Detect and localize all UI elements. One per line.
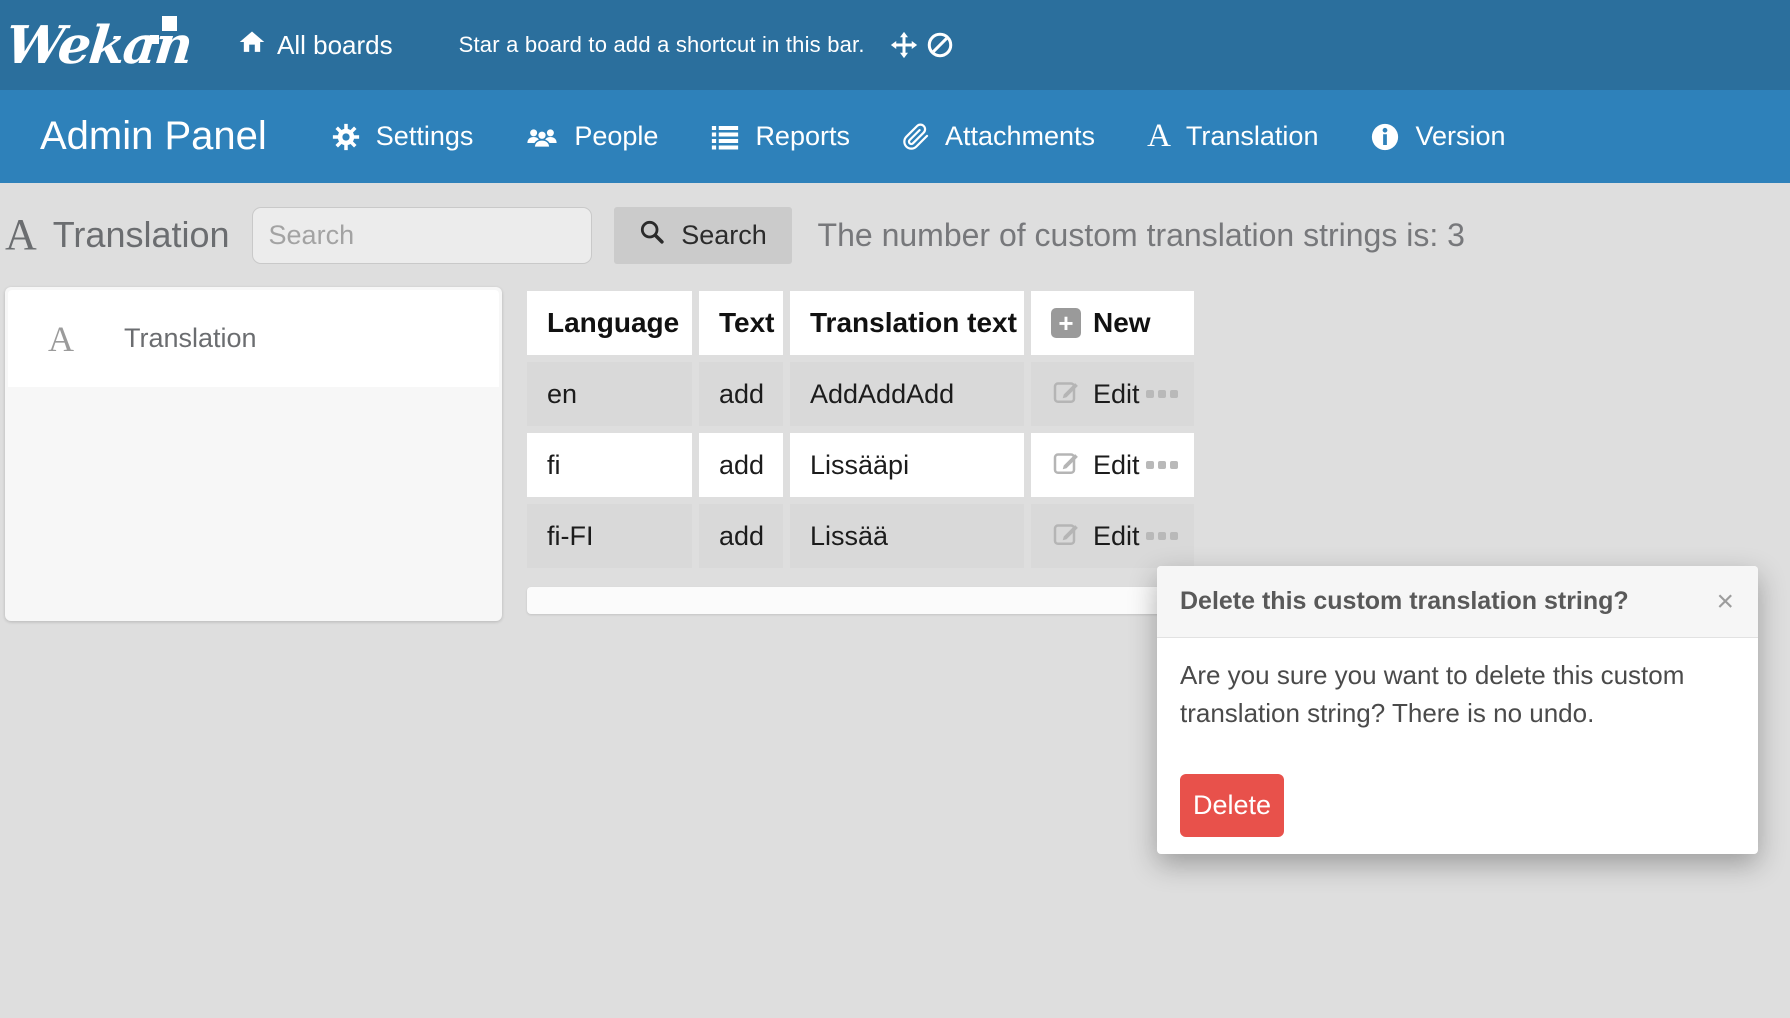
all-boards-link[interactable]: All boards <box>238 28 393 63</box>
sidebar-item-label: Translation <box>124 323 257 354</box>
ellipsis-menu-icon[interactable] <box>1146 390 1178 398</box>
cell-text: add <box>699 362 783 426</box>
dialog-title: Delete this custom translation string? <box>1180 587 1629 616</box>
column-header-translation-text: Translation text <box>790 291 1024 355</box>
table-row: en add AddAddAdd Edit <box>527 362 1194 426</box>
all-boards-label: All boards <box>277 30 393 61</box>
wekan-logo[interactable]: Wekan <box>2 2 202 88</box>
horizontal-scrollbar-track[interactable] <box>527 587 1189 614</box>
pencil-square-icon <box>1051 518 1081 555</box>
info-circle-icon <box>1370 122 1400 152</box>
admin-nav-bar: Admin Panel Settings <box>0 90 1790 183</box>
nav-item-label: Attachments <box>945 121 1095 152</box>
nav-item-label: People <box>574 121 658 152</box>
dialog-message: Are you sure you want to delete this cus… <box>1180 656 1732 732</box>
edit-button[interactable]: Edit <box>1051 518 1140 555</box>
logo-square-decoration <box>162 16 177 31</box>
nav-item-version[interactable]: Version <box>1370 121 1505 152</box>
logo-square-decoration <box>150 35 159 44</box>
cell-language: en <box>527 362 692 426</box>
cell-translation-text: Lissää <box>790 504 1024 568</box>
gear-icon <box>331 122 361 152</box>
letter-a-icon: A <box>48 321 74 357</box>
home-icon <box>238 28 266 63</box>
nav-item-attachments[interactable]: Attachments <box>902 121 1095 152</box>
top-header-bar: Wekan All boards Star a board to add a s… <box>0 0 1790 90</box>
table-row: fi-FI add Lissää Edit <box>527 504 1194 568</box>
cell-language: fi <box>527 433 692 497</box>
dialog-header: Delete this custom translation string? × <box>1157 566 1758 638</box>
translation-toolbar: A Translation Search The number of custo… <box>0 183 1790 287</box>
edit-button-label: Edit <box>1093 379 1140 410</box>
ellipsis-menu-icon[interactable] <box>1146 461 1178 469</box>
ban-icon[interactable] <box>926 31 954 59</box>
nav-item-reports[interactable]: Reports <box>710 121 850 152</box>
star-board-hint: Star a board to add a shortcut in this b… <box>459 32 865 58</box>
nav-item-translation[interactable]: A Translation <box>1147 120 1318 153</box>
close-icon[interactable]: × <box>1716 587 1734 617</box>
ellipsis-menu-icon[interactable] <box>1146 532 1178 540</box>
plus-square-icon: + <box>1051 308 1081 338</box>
nav-item-label: Translation <box>1186 121 1319 152</box>
column-header-text: Text <box>699 291 783 355</box>
nav-item-label: Reports <box>755 121 850 152</box>
translation-count-text: The number of custom translation strings… <box>818 217 1465 254</box>
nav-item-label: Version <box>1415 121 1505 152</box>
people-icon <box>525 122 559 152</box>
search-icon <box>638 218 666 253</box>
page-title: Translation <box>53 214 230 256</box>
cell-translation-text: Lissääpi <box>790 433 1024 497</box>
cell-language: fi-FI <box>527 504 692 568</box>
dialog-body: Are you sure you want to delete this cus… <box>1157 638 1758 837</box>
delete-confirmation-dialog: Delete this custom translation string? ×… <box>1157 566 1758 854</box>
nav-item-label: Settings <box>376 121 474 152</box>
move-handle-icon[interactable] <box>889 30 919 60</box>
nav-item-people[interactable]: People <box>525 121 658 152</box>
translation-sidebar: A Translation <box>5 287 502 621</box>
admin-panel-title: Admin Panel <box>40 114 267 159</box>
cell-translation-text: AddAddAdd <box>790 362 1024 426</box>
table-header-row: Language Text Translation text + New <box>527 291 1194 355</box>
column-header-language: Language <box>527 291 692 355</box>
main-content: A Translation Language Text Translation … <box>0 287 1790 1018</box>
cell-text: add <box>699 504 783 568</box>
search-button-label: Search <box>681 220 767 251</box>
table-row: fi add Lissääpi Edit <box>527 433 1194 497</box>
nav-item-settings[interactable]: Settings <box>331 121 474 152</box>
edit-button[interactable]: Edit <box>1051 447 1140 484</box>
search-button[interactable]: Search <box>614 207 792 264</box>
letter-a-icon: A <box>1147 120 1171 153</box>
cell-text: add <box>699 433 783 497</box>
delete-button[interactable]: Delete <box>1180 774 1284 837</box>
edit-button-label: Edit <box>1093 450 1140 481</box>
pencil-square-icon <box>1051 376 1081 413</box>
letter-a-icon: A <box>5 213 37 257</box>
edit-button[interactable]: Edit <box>1051 376 1140 413</box>
sidebar-item-translation[interactable]: A Translation <box>8 290 499 387</box>
pencil-square-icon <box>1051 447 1081 484</box>
search-input[interactable] <box>252 207 592 264</box>
new-button-label: New <box>1093 307 1151 339</box>
new-translation-button[interactable]: + New <box>1051 307 1194 339</box>
translation-table: Language Text Translation text + New en … <box>520 284 1201 575</box>
paperclip-icon <box>902 123 930 151</box>
edit-button-label: Edit <box>1093 521 1140 552</box>
list-icon <box>710 122 740 152</box>
